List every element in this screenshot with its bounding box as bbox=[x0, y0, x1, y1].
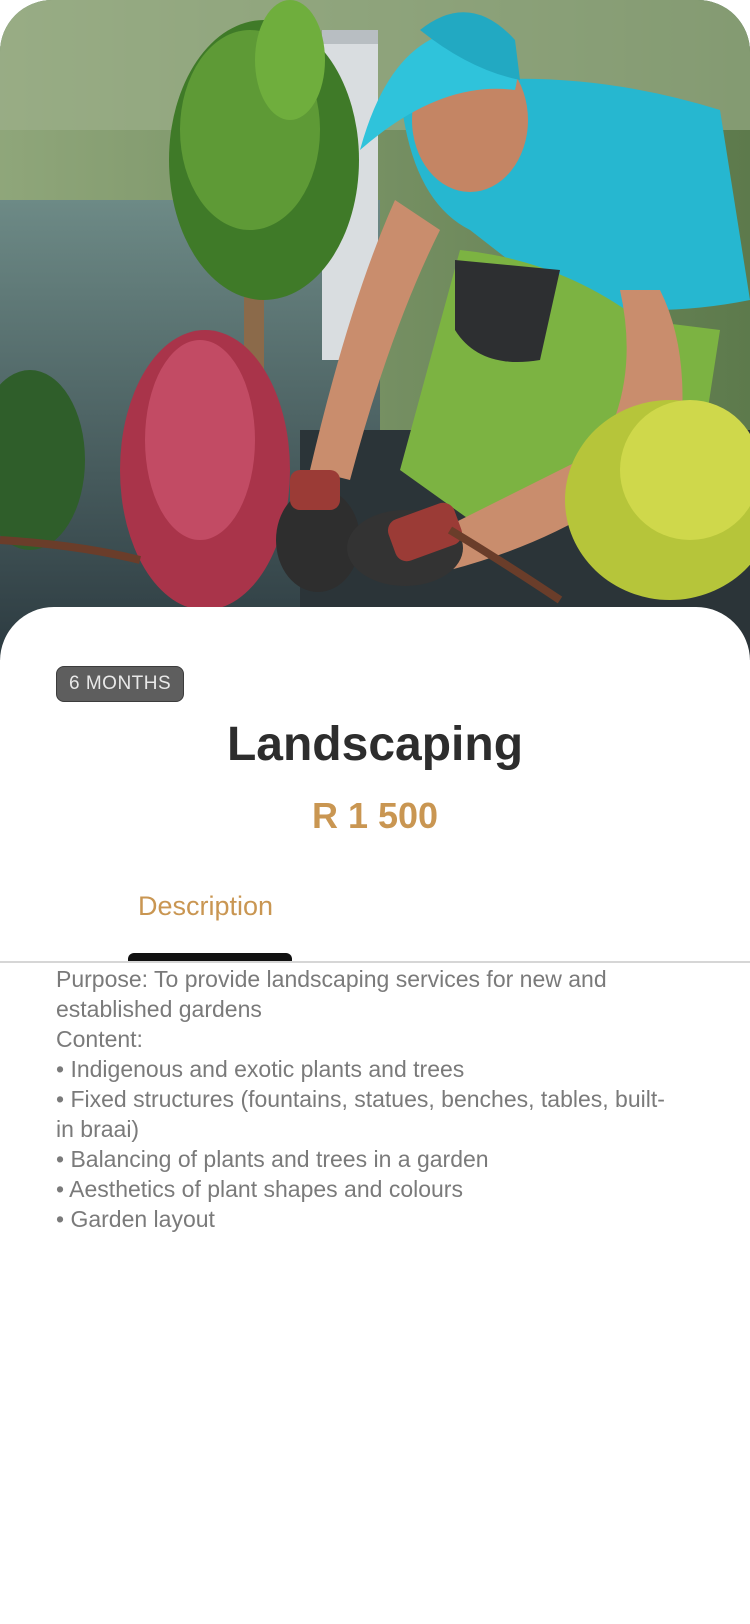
description-bullet: • Balancing of plants and trees in a gar… bbox=[56, 1146, 489, 1172]
tab-description-label: Description bbox=[138, 891, 274, 921]
product-price: R 1 500 bbox=[311, 795, 439, 836]
product-detail-screen: 6 MONTHS Landscaping R 1 500 Description… bbox=[0, 0, 750, 1624]
description-bullet: • Fixed structures (fountains, statues, … bbox=[56, 1086, 665, 1142]
active-tab-indicator bbox=[128, 953, 292, 961]
duration-badge: 6 MONTHS bbox=[56, 666, 185, 702]
description-content-heading: Content: bbox=[56, 1026, 143, 1052]
product-info-sheet: 6 MONTHS Landscaping R 1 500 Description… bbox=[0, 607, 750, 1624]
product-title: Landscaping bbox=[226, 718, 524, 771]
description-bullet: • Aesthetics of plant shapes and colours bbox=[56, 1176, 463, 1202]
tab-description[interactable]: Description bbox=[128, 869, 292, 961]
description-bullet: • Indigenous and exotic plants and trees bbox=[56, 1056, 465, 1082]
product-hero-image bbox=[0, 0, 750, 660]
description-text: Purpose: To provide landscaping services… bbox=[56, 964, 676, 1234]
description-bullet: • Garden layout bbox=[56, 1206, 215, 1232]
description-purpose: Purpose: To provide landscaping services… bbox=[56, 966, 607, 1022]
tab-bar: Description bbox=[0, 869, 750, 963]
